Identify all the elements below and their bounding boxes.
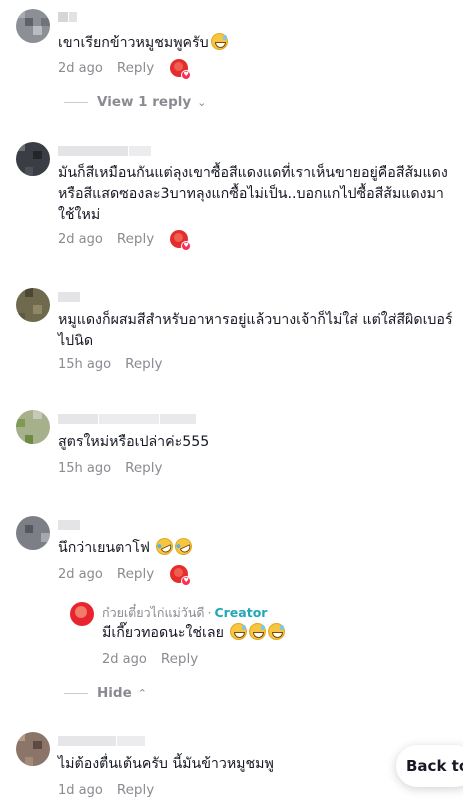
username-blurred[interactable] (58, 292, 81, 304)
avatar[interactable] (16, 288, 50, 322)
comment-time: 1d ago (58, 782, 103, 798)
comment-text: นึกว่าเยนตาโฟ (58, 535, 455, 559)
reply-button[interactable]: Reply (117, 60, 154, 76)
username-blurred[interactable] (58, 736, 146, 748)
reply-button[interactable]: Reply (161, 651, 198, 667)
reply-button[interactable]: Reply (117, 782, 154, 798)
comment-text: เขาเรียกข้าวหมูชมพูครับ (58, 33, 455, 54)
username-blurred[interactable] (58, 146, 152, 158)
reply-button[interactable]: Reply (117, 566, 154, 582)
username-blurred[interactable] (58, 520, 81, 532)
username-blurred[interactable] (58, 12, 78, 24)
comment-text: มันก็สีเหมือนกันแต่ลุงเขาซื้อสีแดงแดที่เ… (58, 165, 448, 223)
creator-liked-icon: ♥ (170, 59, 192, 80)
chevron-down-icon: ⌄ (197, 95, 207, 109)
comment-text: สูตรใหม่หรือเปล่าค่ะ555 (58, 434, 210, 450)
creator-username[interactable]: ก๋วยเตี๋ยวไก่แม่วันดี (102, 605, 204, 620)
comment-time: 2d ago (58, 566, 103, 582)
comment-time: 2d ago (58, 60, 103, 76)
creator-avatar[interactable] (70, 602, 94, 626)
username-blurred[interactable] (58, 414, 197, 426)
rofl-emoji (153, 535, 177, 558)
creator-liked-icon: ♥ (170, 565, 192, 586)
sweat-smile-emoji (230, 623, 248, 640)
avatar[interactable] (16, 516, 50, 550)
reply-button[interactable]: Reply (125, 356, 162, 372)
comment-time: 2d ago (58, 231, 103, 247)
avatar[interactable] (16, 9, 50, 43)
hide-replies-button[interactable]: Hide ⌃ (64, 683, 147, 703)
rofl-emoji (172, 535, 196, 558)
comment-text: หมูแดงก็ผสมสีสำหรับอาหารอยู่แล้วบางเจ้าก… (58, 312, 453, 349)
comment-time: 15h ago (58, 460, 112, 476)
comment-text-content: นึกว่าเยนตาโฟ (58, 540, 150, 556)
avatar[interactable] (16, 732, 50, 766)
creator-liked-icon: ♥ (170, 230, 192, 251)
comment-text-content: เขาเรียกข้าวหมูชมพูครับ (58, 35, 209, 51)
creator-badge: Creator (214, 605, 268, 620)
sweat-smile-emoji (210, 33, 228, 50)
chevron-up-icon: ⌃ (137, 686, 147, 700)
avatar[interactable] (16, 142, 50, 176)
comment-text-content: มีเกี๊ยวทอดนะใช่เลย (102, 625, 224, 641)
sweat-smile-emoji (268, 623, 286, 640)
sweat-smile-emoji (249, 623, 267, 640)
comment-text: มีเกี๊ยวทอดนะใช่เลย (102, 623, 455, 644)
reply-button[interactable]: Reply (117, 231, 154, 247)
back-to-top-button[interactable]: Back to (396, 745, 463, 787)
comment-time: 2d ago (102, 651, 147, 667)
avatar[interactable] (16, 410, 50, 444)
reply-button[interactable]: Reply (125, 460, 162, 476)
comment-time: 15h ago (58, 356, 112, 372)
view-replies-button[interactable]: View 1 reply ⌄ (64, 92, 206, 112)
